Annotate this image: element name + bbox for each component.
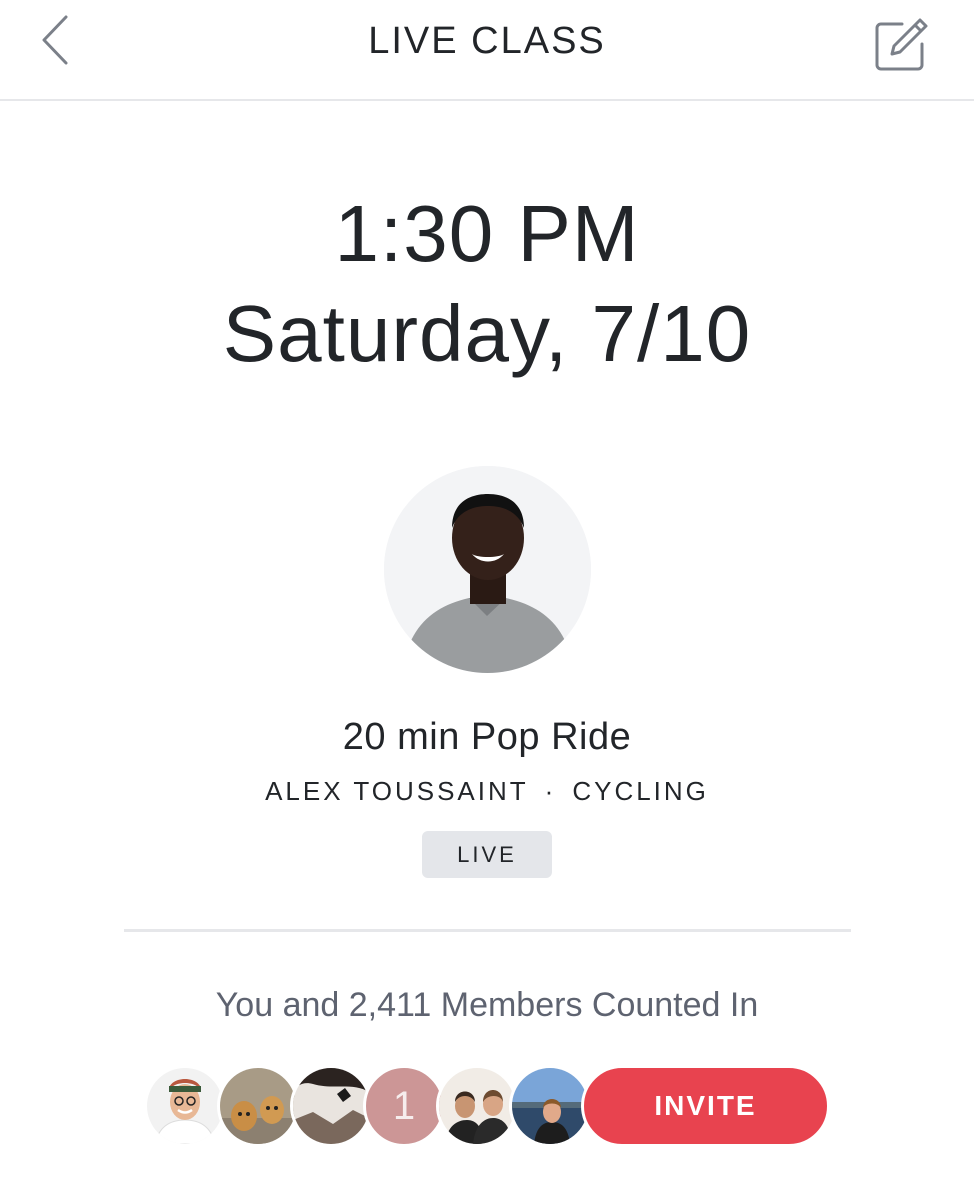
meta-separator: · [544, 776, 557, 806]
page-title: LIVE CLASS [368, 20, 606, 62]
member-count-bubble[interactable]: 1 [363, 1065, 445, 1147]
live-badge: LIVE [422, 831, 552, 878]
class-meta: ALEX TOUSSAINT · CYCLING [0, 776, 974, 807]
edit-button[interactable] [868, 12, 934, 78]
edit-icon [875, 18, 928, 71]
invite-button[interactable]: INVITE [581, 1065, 830, 1147]
member-avatars[interactable]: 1 [144, 1065, 604, 1147]
member-avatar[interactable] [144, 1065, 226, 1147]
instructor-photo [384, 466, 591, 673]
member-avatar[interactable] [436, 1065, 518, 1147]
class-time: 1:30 PM [334, 189, 640, 278]
member-avatar[interactable] [290, 1065, 372, 1147]
instructor-name[interactable]: ALEX TOUSSAINT [265, 776, 529, 806]
instructor-avatar [384, 466, 591, 673]
section-divider [124, 929, 851, 932]
top-nav-bar: LIVE CLASS [0, 0, 974, 101]
class-date: Saturday, 7/10 [222, 289, 752, 378]
members-counted-in-text: You and 2,411 Members Counted In [215, 986, 759, 1024]
member-avatar[interactable] [217, 1065, 299, 1147]
class-title: 20 min Pop Ride [342, 716, 632, 758]
class-category: CYCLING [572, 776, 709, 806]
member-avatar[interactable] [509, 1065, 591, 1147]
